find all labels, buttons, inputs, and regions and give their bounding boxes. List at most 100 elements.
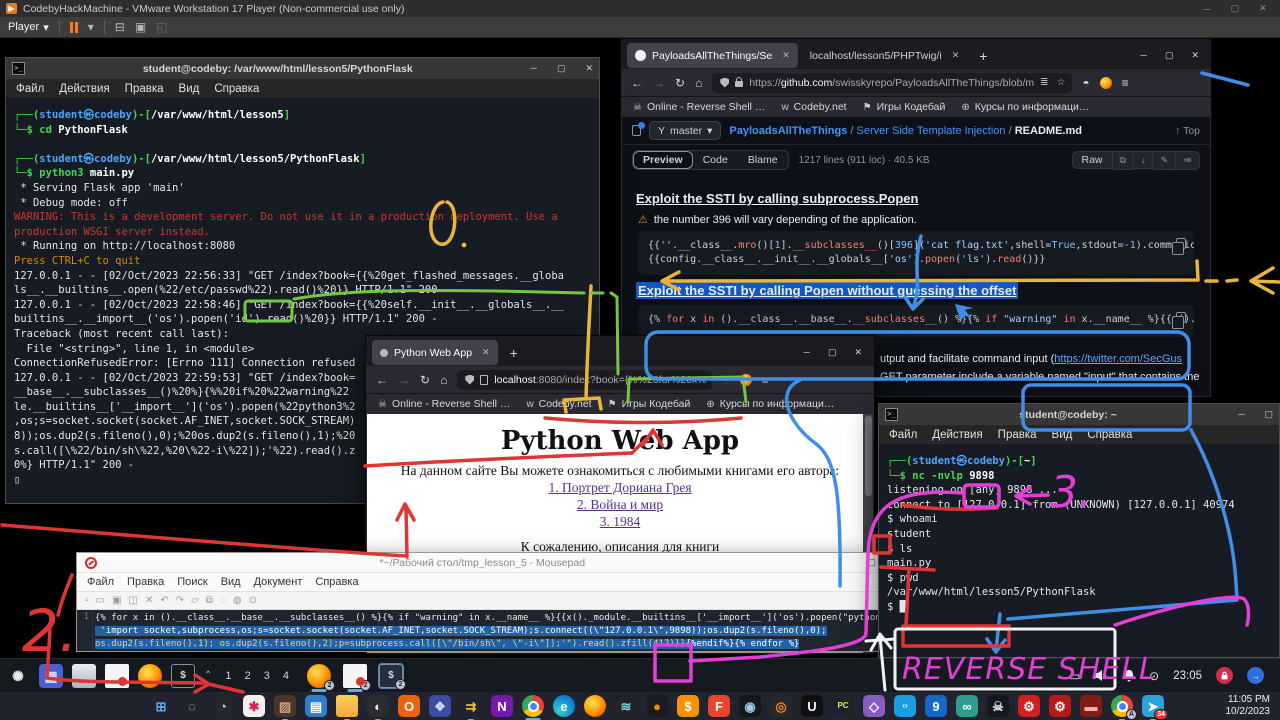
taskbar-icon[interactable]: ☠ (987, 695, 1009, 717)
close-file-icon[interactable]: ✕ (145, 596, 153, 606)
menu-item[interactable]: Правка (998, 429, 1037, 441)
taskbar-icon[interactable]: A (1111, 695, 1133, 717)
workspace-switcher[interactable]: 1 2 3 4 (225, 670, 294, 682)
send-keys-icon[interactable]: ⊟ (115, 20, 125, 34)
menu-item[interactable]: Действия (59, 83, 109, 95)
tab-close-icon[interactable]: ✕ (952, 50, 960, 61)
close-icon[interactable]: ✕ (585, 63, 593, 74)
window-list-icon[interactable]: ▭ (1069, 669, 1080, 683)
paste-icon[interactable]: ◌ (220, 596, 226, 606)
tab-blame[interactable]: Blame (738, 151, 788, 169)
taskbar-icon[interactable]: ⇉ (460, 695, 482, 717)
reader-icon[interactable]: ≣ (1040, 77, 1048, 88)
raw-button[interactable]: Raw (1072, 151, 1113, 169)
bookmark-item[interactable]: ⚑Игры Кодебай (863, 101, 946, 113)
taskbar-icon[interactable]: ◎ (770, 695, 792, 717)
search-icon[interactable]: ◍ (233, 596, 242, 606)
taskbar-icon[interactable] (522, 695, 544, 717)
new-tab-button[interactable]: + (502, 345, 526, 361)
terminal-titlebar[interactable]: >_ student@codeby: ~ ─ ▢ (879, 404, 1279, 425)
replace-icon[interactable]: ⊙ (249, 596, 257, 606)
redo-icon[interactable]: ↷ (176, 596, 184, 606)
taskbar-icon[interactable]: O (398, 695, 420, 717)
mousepad-titlebar[interactable]: *~/Рабочий стол/tmp_lesson_5 - Mousepad … (77, 553, 884, 573)
url-bar[interactable]: https://github.com/swisskyrepo/PayloadsA… (712, 73, 1072, 93)
vm-taskbar-icon[interactable]: ✺ (6, 664, 30, 688)
updates-icon[interactable]: → (1247, 667, 1264, 684)
terminal-titlebar[interactable]: >_ student@codeby: /var/www/html/lesson5… (6, 58, 599, 79)
taskbar-icon[interactable] (336, 695, 358, 717)
bookmark-item[interactable]: ☠Online - Reverse Shell … (378, 398, 510, 410)
copy-icon[interactable] (1176, 312, 1186, 323)
tracking-shield-icon[interactable] (720, 78, 729, 88)
book-link[interactable]: 1. Портрет Дориана Грея (367, 479, 873, 496)
close-icon[interactable]: ✕ (1191, 50, 1199, 61)
vm-taskbar-icon[interactable]: ▦ (39, 664, 63, 688)
vm-running-app[interactable]: $2 (379, 664, 403, 688)
tab-close-icon[interactable]: ✕ (782, 50, 790, 61)
minimize-icon[interactable]: ─ (1141, 50, 1147, 61)
vm-taskbar-icon[interactable] (138, 664, 162, 688)
taskbar-icon[interactable]: PC (832, 695, 854, 717)
extension-icon[interactable] (1100, 77, 1112, 89)
copy-icon[interactable] (1176, 238, 1186, 249)
home-icon[interactable]: ⌂ (440, 373, 447, 387)
taskbar-icon[interactable]: ≋ (615, 695, 637, 717)
edit-icon[interactable]: ✎ (1153, 151, 1176, 170)
menu-item[interactable]: Файл (889, 429, 917, 441)
code-block-2[interactable]: {% for x in ().__class__.__base__.__subc… (638, 305, 1194, 337)
minimize-icon[interactable]: ─ (804, 347, 810, 358)
bookmark-item[interactable]: wCodeby.net (526, 398, 591, 410)
system-clock[interactable]: 11:05 PM 10/2/2023 (1226, 694, 1271, 718)
cut-icon[interactable]: ▱ (191, 596, 199, 606)
vm-taskbar-icon[interactable] (72, 664, 96, 688)
vm-taskbar-icon[interactable]: $ (171, 664, 195, 688)
bookmark-item[interactable]: wCodeby.net (781, 101, 846, 113)
menu-item[interactable]: Файл (87, 576, 114, 588)
screen-lock-icon[interactable] (1216, 667, 1233, 684)
scrollbar-thumb[interactable] (865, 416, 872, 496)
book-link[interactable]: 2. Война и мир (367, 496, 873, 513)
book-link[interactable]: 3. 1984 (367, 513, 873, 530)
menu-item[interactable]: Поиск (177, 576, 207, 588)
taskbar-icon[interactable]: ‹› (894, 695, 916, 717)
taskbar-icon[interactable]: 9 (925, 695, 947, 717)
taskbar-icon[interactable]: N (491, 695, 513, 717)
twitter-link[interactable]: https://twitter.com/SecGus (1054, 353, 1182, 365)
back-icon[interactable]: ← (631, 76, 643, 90)
fullscreen-icon[interactable]: ▣ (135, 20, 146, 34)
copy-raw-icon[interactable]: ⧉ (1113, 151, 1134, 170)
panel-expand-icon[interactable]: ⌃ (204, 670, 212, 681)
vm-running-app[interactable]: 2 (307, 664, 331, 688)
editor-text[interactable]: {% for x in ().__class__.__base__.__subc… (93, 610, 884, 651)
heading-popen-without-offset[interactable]: Exploit the SSTI by calling Popen withou… (636, 283, 1018, 298)
bookmark-item[interactable]: ⚑Игры Кодебай (608, 398, 691, 410)
forward-icon[interactable]: → (653, 76, 665, 90)
reload-icon[interactable]: ↻ (420, 373, 430, 387)
taskbar-icon[interactable]: F (708, 695, 730, 717)
menu-item[interactable]: Справка (214, 83, 259, 95)
tab-code[interactable]: Code (693, 151, 738, 169)
menu-item[interactable]: Правка (125, 83, 164, 95)
url-bar[interactable]: localhost:8080/index?book={%%20for%20x% … (457, 370, 712, 390)
maximize-icon[interactable]: ▢ (557, 63, 566, 74)
menu-item[interactable]: Действия (932, 429, 982, 441)
notifications-bell-icon[interactable] (1123, 669, 1135, 682)
undo-icon[interactable]: ↶ (160, 596, 168, 606)
lock-icon[interactable] (735, 81, 743, 87)
editor-area[interactable]: 1 {% for x in ().__class__.__base__.__su… (77, 610, 884, 651)
taskbar-icon[interactable]: ◔ (212, 695, 234, 717)
taskbar-icon[interactable]: ▤ (305, 695, 327, 717)
menu-item[interactable]: Справка (1087, 429, 1132, 441)
taskbar-icon[interactable]: ◇ (863, 695, 885, 717)
menu-item[interactable]: Правка (127, 576, 164, 588)
taskbar-icon[interactable]: ∞ (956, 695, 978, 717)
pause-vm-icon[interactable] (70, 22, 78, 33)
tab-payloadsallthethings[interactable]: PayloadsAllTheThings/Se✕ (627, 43, 798, 68)
tracking-shield-icon[interactable] (465, 375, 474, 385)
bookmark-star-icon[interactable]: ☆ (1057, 77, 1066, 88)
maximize-icon[interactable]: ▢ (1264, 409, 1273, 420)
menu-item[interactable]: Вид (1052, 429, 1073, 441)
taskbar-icon[interactable]: ⚙ (1018, 695, 1040, 717)
menu-item[interactable]: Вид (179, 83, 200, 95)
